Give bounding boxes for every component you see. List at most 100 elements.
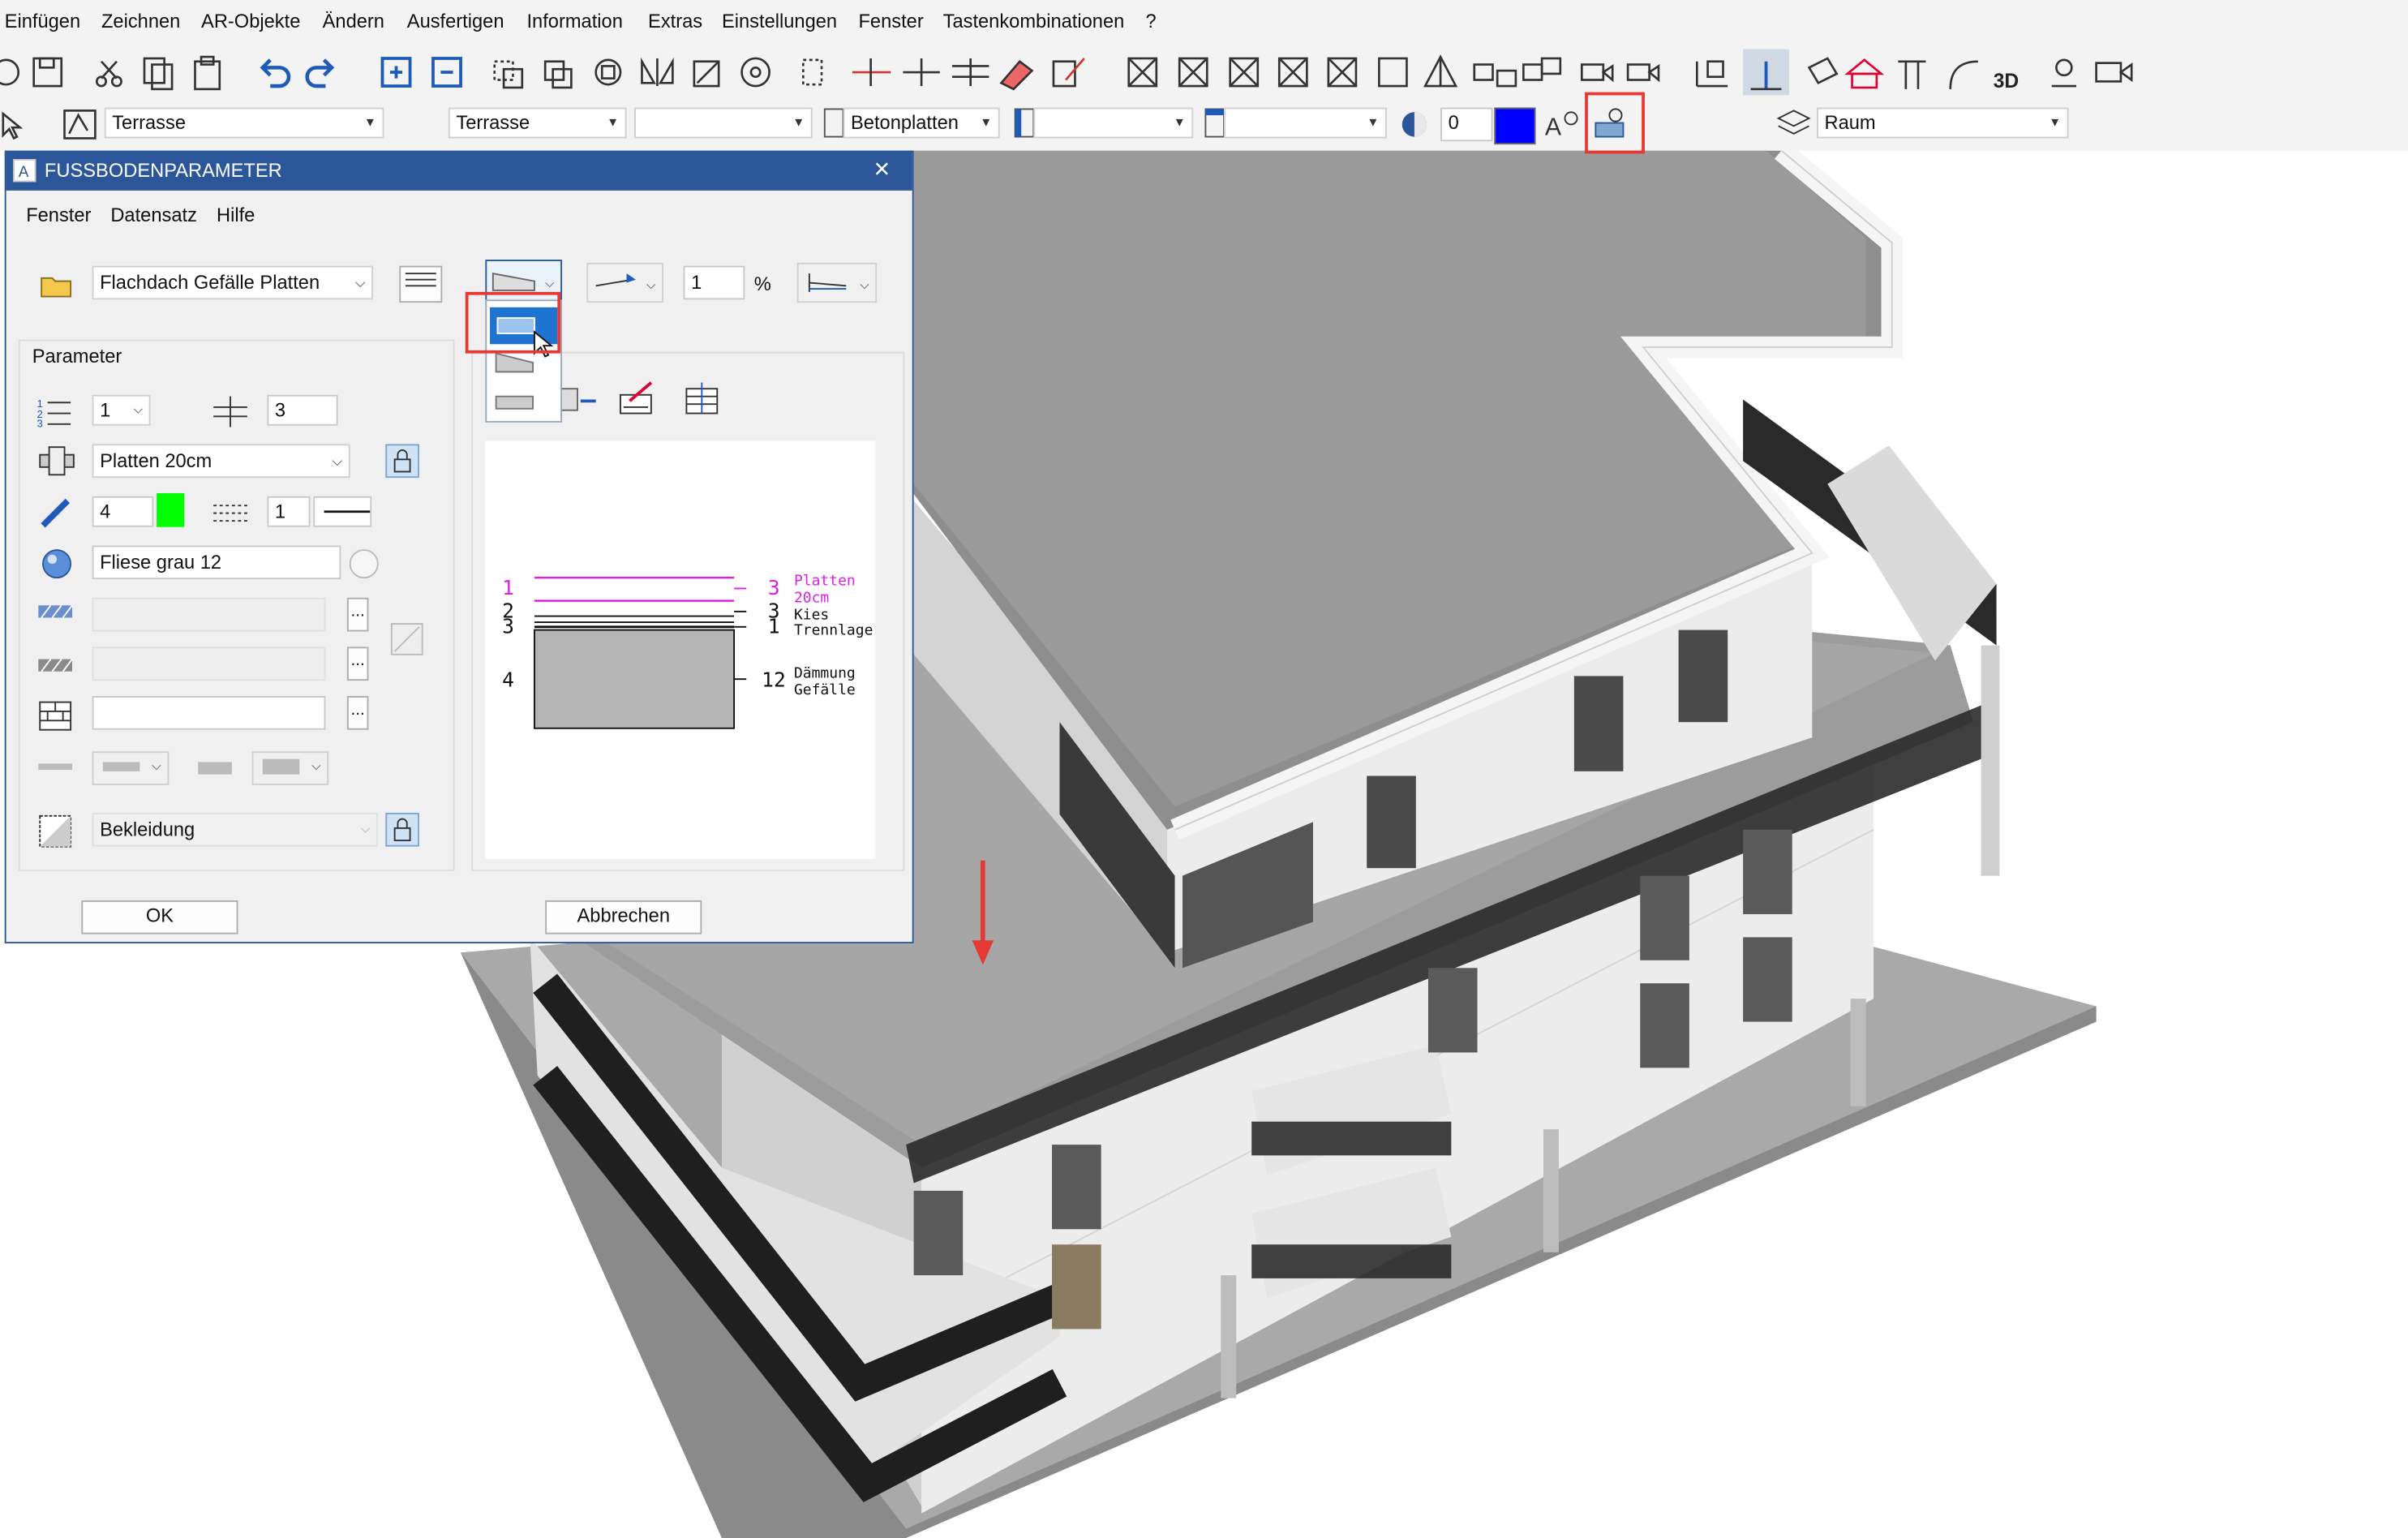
layer-split-icon[interactable] [684, 380, 723, 419]
dialog-menu-fenster[interactable]: Fenster [26, 204, 91, 226]
wall-tool-4-icon[interactable] [1277, 57, 1308, 88]
paste-icon[interactable] [194, 55, 221, 91]
layer-pick-icon[interactable] [63, 110, 97, 140]
rotate-icon[interactable] [594, 58, 622, 86]
hatch-combo[interactable]: ▼ [1224, 107, 1387, 139]
close-icon[interactable]: × [873, 153, 890, 186]
copy-icon[interactable] [143, 57, 174, 91]
hatch-link-icon[interactable] [390, 622, 424, 656]
scale-icon[interactable] [693, 60, 720, 88]
finish-lock-button[interactable] [385, 812, 419, 847]
add-icon[interactable] [380, 57, 412, 88]
cut-icon[interactable] [95, 60, 122, 88]
history-icon[interactable] [0, 58, 20, 86]
transform-2-icon[interactable] [1522, 57, 1562, 81]
column-icon[interactable] [1898, 60, 1926, 89]
pointer-icon[interactable] [2, 111, 24, 140]
edge-type-dropdown[interactable]: ⌵ [796, 262, 878, 303]
favorite-combo[interactable]: Flachdach Gefälle Platten ⌵ [92, 265, 374, 300]
edit-pen-icon[interactable] [1052, 58, 1085, 88]
undo-icon[interactable] [260, 58, 291, 88]
light-icon[interactable] [2051, 58, 2077, 88]
material-lock-button[interactable] [385, 444, 419, 479]
pen-color-wheel-icon[interactable] [1397, 108, 1431, 142]
pen-color-swatch-dialog[interactable] [157, 493, 185, 527]
layer-thickness-field[interactable]: 3 [267, 394, 338, 426]
menu-ausfertigen[interactable]: Ausfertigen [407, 11, 504, 32]
layers-list-button[interactable] [399, 265, 443, 303]
video-icon[interactable] [2095, 62, 2133, 83]
wall-tool-6-icon[interactable] [1378, 57, 1408, 88]
remove-icon[interactable] [431, 57, 462, 88]
menu-zeichnen[interactable]: Zeichnen [101, 11, 180, 32]
save-icon[interactable] [32, 57, 63, 88]
pattern-field[interactable] [92, 696, 326, 730]
pen-value-field[interactable]: 0 [1440, 107, 1493, 142]
pattern-browse-button[interactable]: ... [346, 696, 369, 730]
axis-icon[interactable] [852, 58, 891, 87]
text-style-icon[interactable]: A [1542, 105, 1582, 144]
hatch-1-field[interactable] [92, 597, 326, 632]
layers-icon[interactable] [1774, 105, 1814, 144]
menu-ar-objekte[interactable]: AR-Objekte [201, 11, 300, 32]
line-icon[interactable] [903, 58, 940, 87]
house-icon[interactable] [1844, 58, 1885, 89]
line-type-combo[interactable]: ▼ [1033, 107, 1194, 139]
pyramid-icon[interactable] [1423, 54, 1458, 88]
dialog-menu-datensatz[interactable]: Datensatz [110, 204, 197, 226]
line-weight-dropdown[interactable] [313, 496, 372, 527]
pen-field[interactable]: 4 [92, 496, 154, 527]
line-field[interactable]: 1 [267, 496, 311, 527]
wall-tool-5-icon[interactable] [1327, 57, 1358, 88]
pen-color-swatch[interactable] [1494, 107, 1536, 145]
menu-extras[interactable]: Extras [648, 11, 702, 32]
style-combo[interactable]: Terrasse ▼ [448, 107, 627, 139]
array-icon[interactable] [740, 57, 770, 88]
cancel-button[interactable]: Abbrechen [545, 900, 702, 934]
wall-tool-3-icon[interactable] [1229, 57, 1260, 88]
slope-value-field[interactable]: 1 [683, 265, 745, 300]
empty-combo[interactable]: ▼ [634, 107, 813, 139]
wall-tool-1-icon[interactable] [1127, 57, 1158, 88]
parallel-icon[interactable] [951, 58, 989, 87]
redo-icon[interactable] [305, 58, 335, 88]
copy-object-icon[interactable] [493, 60, 524, 89]
edge-style-dropdown[interactable]: ⌵ [92, 751, 170, 785]
layer-edit-icon[interactable] [617, 380, 657, 419]
layer-index-combo[interactable]: 1 ⌵ [92, 394, 151, 426]
material-combo-dialog[interactable]: Platten 20cm ⌵ [92, 444, 350, 479]
surface-field[interactable]: Fliese grau 12 [92, 545, 341, 580]
ok-button[interactable]: OK [81, 900, 238, 934]
dialog-menu-hilfe[interactable]: Hilfe [217, 204, 255, 226]
menu-information[interactable]: Information [526, 11, 622, 32]
room-combo[interactable]: Raum ▼ [1817, 107, 2069, 139]
menu-tastenkombinationen[interactable]: Tastenkombinationen [943, 11, 1125, 32]
paint-icon[interactable] [1807, 57, 1839, 85]
measure-icon[interactable] [801, 58, 823, 86]
menu-fenster[interactable]: Fenster [858, 11, 923, 32]
fill-style-dropdown[interactable]: ⌵ [251, 751, 329, 785]
material-combo[interactable]: Betonplatten ▼ [843, 107, 1000, 139]
menu-help[interactable]: ? [1146, 11, 1157, 32]
slope-option-ascending[interactable] [490, 384, 557, 415]
menu-aendern[interactable]: Ändern [323, 11, 384, 32]
arc-icon[interactable] [1949, 60, 1978, 89]
wall-tool-2-icon[interactable] [1178, 57, 1208, 88]
hatch-2-browse-button[interactable]: ... [346, 647, 369, 681]
hatch-2-field[interactable] [92, 647, 326, 681]
finish-combo[interactable]: Bekleidung ⌵ [92, 812, 378, 847]
camera-2-icon[interactable] [1626, 63, 1660, 83]
menu-einstellungen[interactable]: Einstellungen [722, 11, 837, 32]
eraser-icon[interactable] [999, 59, 1034, 91]
layer-combo[interactable]: Terrasse ▼ [104, 107, 384, 139]
menu-einfuegen[interactable]: Einfügen [5, 11, 80, 32]
3d-icon[interactable]: 3D [1994, 71, 2019, 92]
hatch-1-browse-button[interactable]: ... [346, 597, 369, 632]
mirror-icon[interactable] [641, 57, 674, 87]
transform-1-icon[interactable] [1473, 63, 1517, 88]
folder-open-icon[interactable] [38, 272, 75, 299]
camera-1-icon[interactable] [1580, 63, 1614, 83]
duplicate-icon[interactable] [543, 60, 573, 89]
surface-clear-icon[interactable] [347, 547, 381, 581]
slope-direction-dropdown[interactable]: ⌵ [586, 262, 663, 303]
